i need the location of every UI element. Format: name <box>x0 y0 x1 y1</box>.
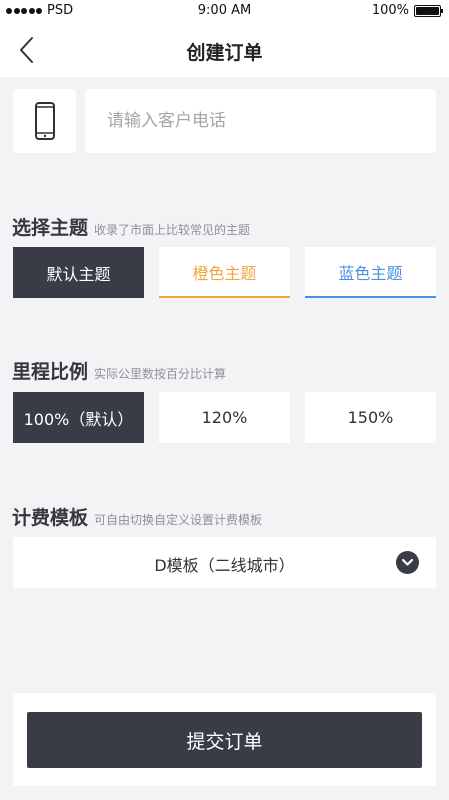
template-select[interactable]: D模板（二线城市） <box>13 537 436 588</box>
bottom-panel: 提交订单 <box>13 693 436 786</box>
status-bar: PSD 9:00 AM 100% <box>0 0 449 22</box>
customer-phone-input[interactable] <box>85 89 436 153</box>
battery-icon <box>414 4 443 17</box>
battery-percent: 100% <box>371 3 409 18</box>
phone-icon <box>34 102 55 140</box>
page-title: 创建订单 <box>186 42 263 64</box>
submit-order-button[interactable]: 提交订单 <box>27 712 422 768</box>
chevron-down-icon <box>396 551 419 574</box>
theme-option-blue[interactable]: 蓝色主题 <box>305 247 436 298</box>
theme-subtitle: 收录了市面上比较常见的主题 <box>94 223 251 237</box>
theme-section-title: 选择主题 收录了市面上比较常见的主题 <box>12 213 250 240</box>
mileage-section-title: 里程比例 实际公里数按百分比计算 <box>12 357 226 384</box>
mileage-option-120[interactable]: 120% <box>159 392 290 443</box>
mileage-option-100[interactable]: 100%（默认） <box>13 392 144 443</box>
nav-bar: 创建订单 <box>0 22 449 77</box>
theme-option-default[interactable]: 默认主题 <box>13 247 144 298</box>
theme-option-orange[interactable]: 橙色主题 <box>159 247 290 298</box>
template-selected-value: D模板（二线城市） <box>154 556 295 575</box>
theme-title: 选择主题 <box>12 217 89 239</box>
template-subtitle: 可自由切换自定义设置计费模板 <box>94 513 263 527</box>
phone-icon-box <box>13 89 76 153</box>
mileage-subtitle: 实际公里数按百分比计算 <box>94 367 227 381</box>
template-title: 计费模板 <box>12 507 89 529</box>
status-right: 100% <box>371 3 443 18</box>
template-section-title: 计费模板 可自由切换自定义设置计费模板 <box>12 503 262 530</box>
mileage-option-150[interactable]: 150% <box>305 392 436 443</box>
mileage-title: 里程比例 <box>12 361 89 383</box>
